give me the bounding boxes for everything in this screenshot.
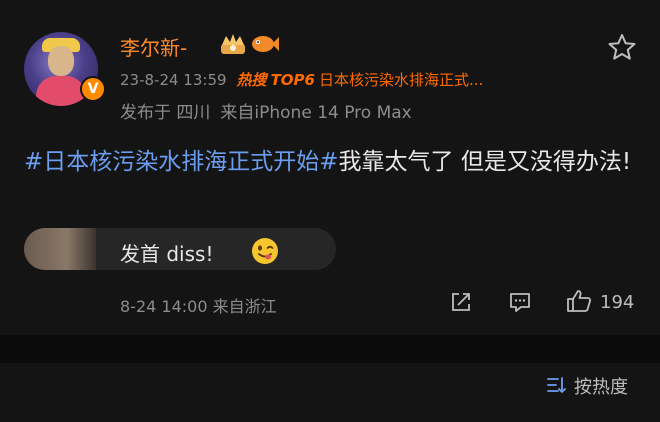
avatar-face [48,46,74,76]
hot-rank[interactable]: TOP6 [271,71,315,89]
post-text: 我靠太气了 但是又没得办法! [338,149,632,175]
comment-text: 发首 diss! [120,242,214,266]
post-source-row: 发布于 四川 来自iPhone 14 Pro Max [120,98,422,123]
sort-icon[interactable] [546,376,568,394]
hot-search-badge[interactable]: 热搜 [237,71,267,89]
share-icon[interactable] [450,291,472,313]
section-divider [0,335,660,363]
thumbs-up-icon[interactable] [566,289,592,313]
crown-badge-icon [221,34,245,54]
sort-by-hot-button[interactable]: 按热度 [574,373,628,399]
published-location: 发布于 四川 [120,103,211,123]
commenter-avatar[interactable] [24,228,96,270]
hashtag-link[interactable]: #日本核污染水排海正式开始# [24,149,339,175]
post-timestamp: 23-8-24 13:59 [120,71,227,89]
post-content: #日本核污染水排海正式开始#我靠太气了 但是又没得办法! [24,142,636,182]
yummy-face-emoji-icon [252,238,278,264]
avatar-body [36,76,86,106]
comment-time-location: 8-24 14:00 来自浙江 [120,297,277,316]
comment-icon[interactable] [508,291,532,313]
hot-topic-link[interactable]: 日本核污染水排海正式... [319,71,483,89]
verified-badge: V [80,76,106,102]
fish-badge-icon [252,36,279,52]
star-outline-icon[interactable] [607,33,637,61]
like-count: 194 [600,292,635,313]
device-source: 来自iPhone 14 Pro Max [220,103,412,123]
username[interactable]: 李尔新- [120,32,187,61]
meta-row: 23-8-24 13:59 热搜 TOP6 日本核污染水排海正式... [120,69,483,89]
